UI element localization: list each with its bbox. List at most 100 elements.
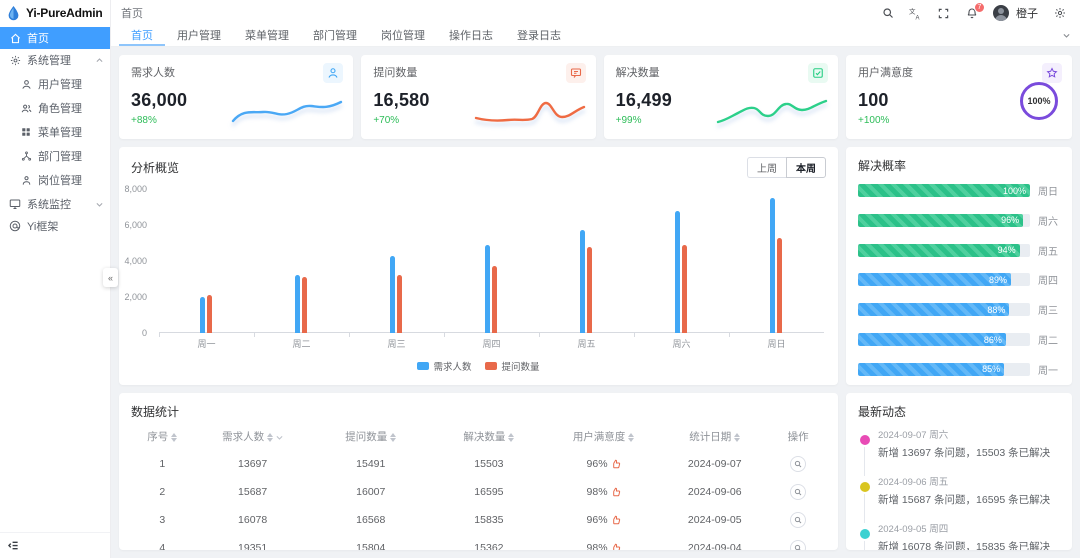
bar-提问数量[interactable]: [492, 266, 497, 333]
sidebar-item-系统管理[interactable]: 系统管理: [0, 49, 110, 71]
sidebar-item-部门管理[interactable]: 部门管理: [0, 145, 110, 167]
filter-chevron-down-icon[interactable]: [275, 433, 283, 441]
sort-icon[interactable]: [628, 433, 634, 442]
sort-icon[interactable]: [734, 433, 740, 442]
tab-岗位管理[interactable]: 岗位管理: [369, 26, 437, 46]
brand[interactable]: Yi-PureAdmin: [0, 0, 110, 26]
bar-提问数量[interactable]: [777, 238, 782, 333]
bar-需求人数[interactable]: [675, 211, 680, 333]
sidebar-item-系统监控[interactable]: 系统监控: [0, 193, 110, 215]
toggle-本周[interactable]: 本周: [786, 157, 826, 178]
column-header-统计日期[interactable]: 统计日期: [659, 423, 770, 450]
timeline-text: 新增 16078 条问题，15835 条已解决: [878, 539, 1064, 550]
cell-questions: 16568: [312, 506, 430, 534]
tab-菜单管理[interactable]: 菜单管理: [233, 26, 301, 46]
bar-需求人数[interactable]: [390, 256, 395, 333]
translate-icon[interactable]: 文A: [909, 7, 922, 20]
analysis-panel: 分析概览 上周本周 8,0006,0004,0002,0000 周一周二周三周四…: [119, 147, 838, 385]
table-row: 316078165681583596%2024-09-05: [131, 506, 826, 534]
row-view-button[interactable]: [790, 512, 806, 528]
latest-activity-panel: 最新动态 2024-09-07 周六新增 13697 条问题，15503 条已解…: [846, 393, 1072, 550]
tab-用户管理[interactable]: 用户管理: [165, 26, 233, 46]
bar-需求人数[interactable]: [485, 245, 490, 333]
main-area: 首页 文A 7 橙子: [111, 0, 1080, 558]
progress-track: 96%: [858, 214, 1030, 227]
fullscreen-icon[interactable]: [937, 7, 950, 20]
bell-icon[interactable]: 7: [965, 7, 978, 20]
tab-登录日志[interactable]: 登录日志: [505, 26, 573, 46]
username[interactable]: 橙子: [1016, 5, 1038, 21]
y-tick-label: 0: [142, 328, 147, 338]
sort-icon[interactable]: [267, 433, 273, 442]
solve-rate-row-周六: 96% 周六: [858, 213, 1062, 228]
sidebar-item-首页[interactable]: 首页: [0, 27, 110, 49]
cell-questions: 15491: [312, 450, 430, 478]
search-icon[interactable]: [881, 7, 894, 20]
legend-提问数量[interactable]: 提问数量: [485, 359, 539, 373]
row-view-button[interactable]: [790, 484, 806, 500]
collapse-menu-icon[interactable]: [8, 540, 19, 551]
tree-icon: [20, 150, 32, 162]
check-square-icon: [808, 63, 828, 83]
column-header-用户满意度[interactable]: 用户满意度: [548, 423, 659, 450]
timeline-dot: [860, 482, 870, 492]
column-header-提问数量[interactable]: 提问数量: [312, 423, 430, 450]
tab-首页[interactable]: 首页: [119, 26, 165, 46]
sidebar-item-label: Yi框架: [27, 218, 58, 234]
toggle-上周[interactable]: 上周: [747, 157, 786, 178]
x-tick-label: 周三: [387, 337, 405, 350]
progress-fill: 89%: [858, 273, 1011, 286]
sidebar-item-岗位管理[interactable]: 岗位管理: [0, 169, 110, 191]
chart-legend: 需求人数提问数量: [119, 359, 838, 373]
sidebar-item-Yi框架[interactable]: Yi框架: [0, 215, 110, 237]
progress-track: 100%: [858, 184, 1030, 197]
avatar[interactable]: [993, 5, 1009, 21]
progress-track: 94%: [858, 244, 1030, 257]
top-icons: 文A 7 橙子: [881, 5, 1066, 21]
bar-需求人数[interactable]: [295, 275, 300, 333]
bar-提问数量[interactable]: [207, 295, 212, 333]
sort-icon[interactable]: [390, 433, 396, 442]
row-view-button[interactable]: [790, 456, 806, 472]
sidebar: Yi-PureAdmin 首页系统管理用户管理角色管理菜单管理部门管理岗位管理系…: [0, 0, 111, 558]
bar-需求人数[interactable]: [770, 198, 775, 333]
gear-icon[interactable]: [1053, 7, 1066, 20]
cell-satisfaction: 98%: [548, 534, 659, 550]
column-header-序号[interactable]: 序号: [131, 423, 194, 450]
column-header-操作: 操作: [770, 423, 826, 450]
chevron-up-icon: [95, 56, 104, 65]
sidebar-item-菜单管理[interactable]: 菜单管理: [0, 121, 110, 143]
legend-需求人数[interactable]: 需求人数: [417, 359, 471, 373]
bar-提问数量[interactable]: [397, 275, 402, 333]
sort-icon[interactable]: [171, 433, 177, 442]
column-label: 操作: [788, 431, 809, 443]
column-header-解决数量[interactable]: 解决数量: [430, 423, 548, 450]
bar-提问数量[interactable]: [682, 245, 687, 333]
cell-satisfaction: 98%: [548, 478, 659, 506]
progress-track: 86%: [858, 333, 1030, 346]
cell-solved: 16595: [430, 478, 548, 506]
sort-icon[interactable]: [508, 433, 514, 442]
bar-提问数量[interactable]: [587, 247, 592, 333]
timeline-dot: [860, 529, 870, 539]
row-view-button[interactable]: [790, 540, 806, 550]
tab-部门管理[interactable]: 部门管理: [301, 26, 369, 46]
tab-操作日志[interactable]: 操作日志: [437, 26, 505, 46]
bar-需求人数[interactable]: [200, 297, 205, 333]
cell-demand: 19351: [194, 534, 312, 550]
tabs-dropdown-chevron-icon[interactable]: [1062, 31, 1072, 41]
progress-day-label: 周六: [1038, 213, 1062, 228]
sidebar-item-角色管理[interactable]: 角色管理: [0, 97, 110, 119]
progress-day-label: 周一: [1038, 362, 1062, 377]
column-header-需求人数[interactable]: 需求人数: [194, 423, 312, 450]
sidebar-collapse-handle[interactable]: «: [103, 268, 118, 287]
bar-group-周二: [295, 275, 307, 333]
cell-date: 2024-09-04: [659, 534, 770, 550]
bar-chart: [159, 189, 824, 333]
timeline-date: 2024-09-07 周六: [878, 427, 1064, 441]
bar-提问数量[interactable]: [302, 277, 307, 333]
bar-需求人数[interactable]: [580, 230, 585, 333]
x-tick-label: 周六: [672, 337, 690, 350]
progress-label: 89%: [989, 275, 1007, 285]
sidebar-item-用户管理[interactable]: 用户管理: [0, 73, 110, 95]
